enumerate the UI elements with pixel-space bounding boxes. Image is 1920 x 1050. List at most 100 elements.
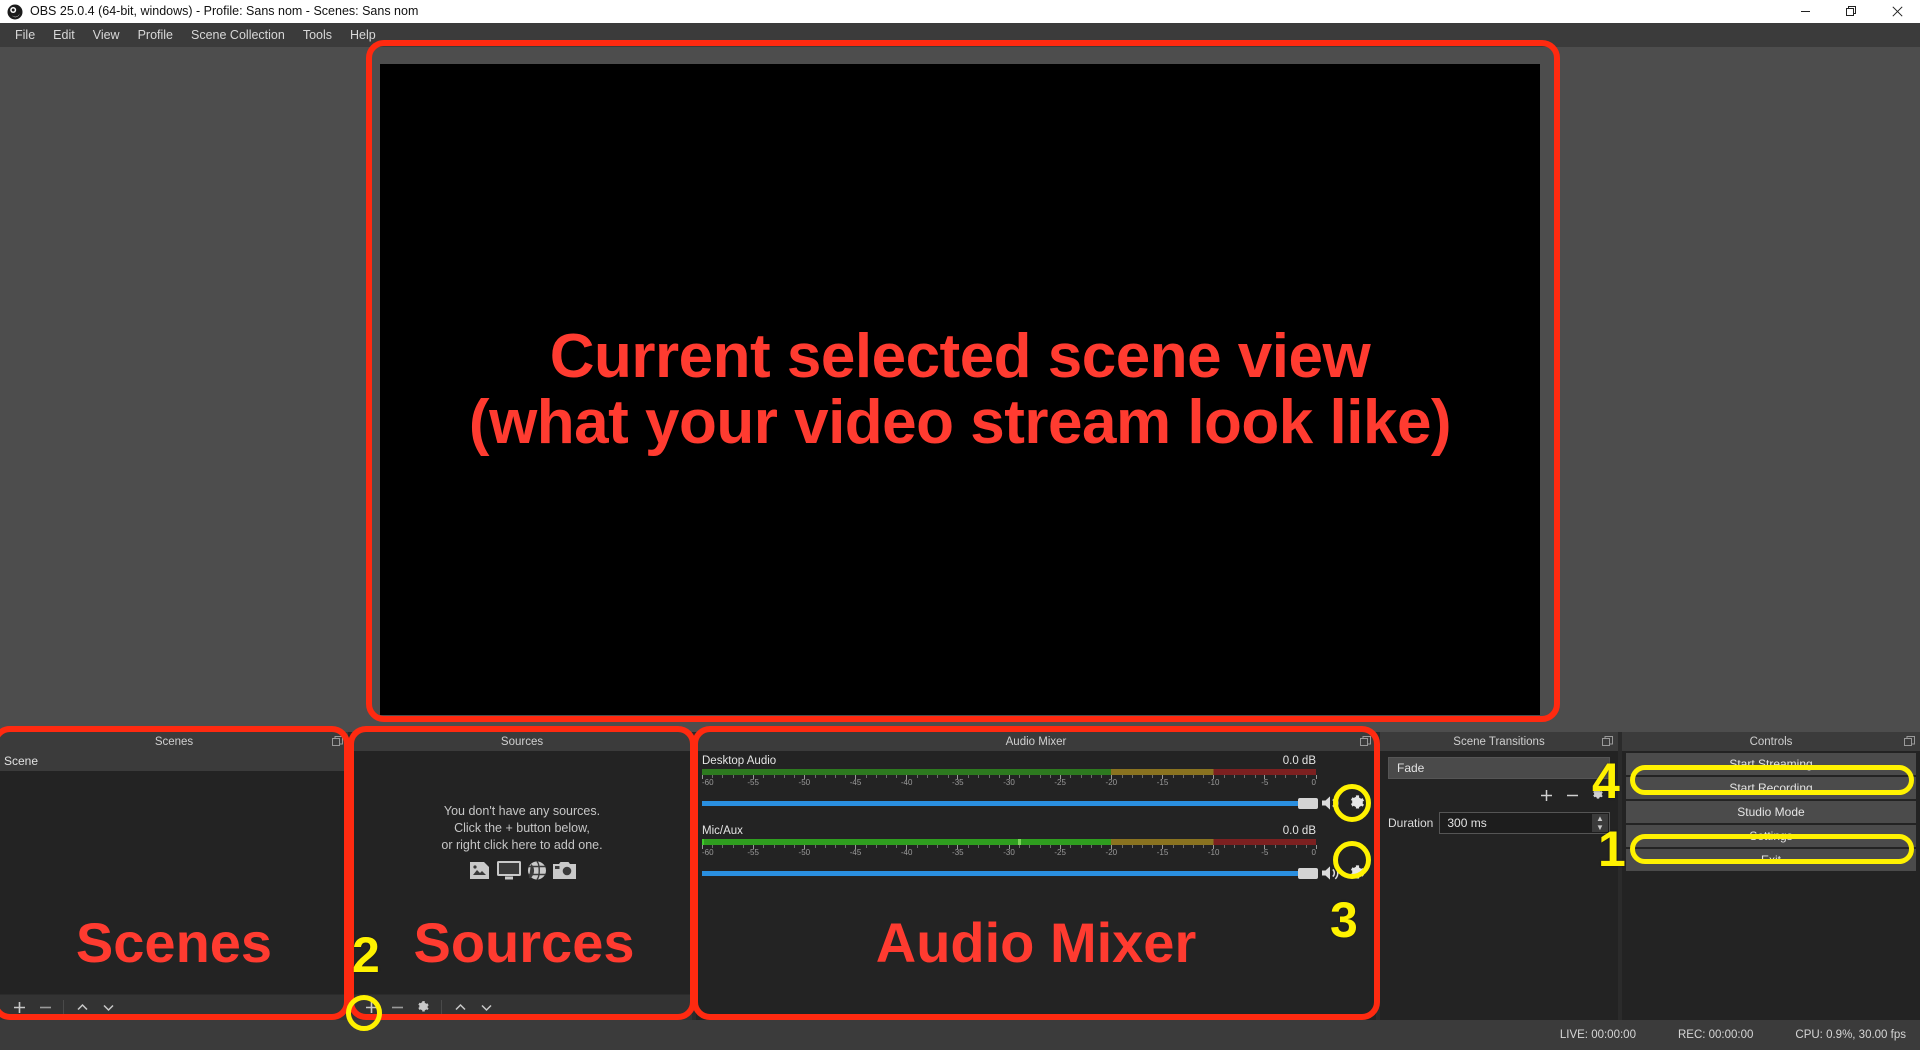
source-properties-gear-icon[interactable] <box>410 996 436 1020</box>
db-scale-minor-tick <box>1275 775 1277 778</box>
exit-button[interactable]: Exit <box>1626 849 1916 871</box>
db-scale-minor-tick <box>978 775 980 778</box>
menu-item-view[interactable]: View <box>84 24 129 46</box>
spinner-up-icon[interactable]: ▲ <box>1592 814 1608 823</box>
db-scale-label: -20 <box>1105 778 1118 787</box>
duration-input[interactable]: 300 ms ▲ ▼ <box>1439 812 1610 834</box>
float-dock-icon[interactable] <box>332 736 343 747</box>
db-scale-minor-tick <box>968 775 970 778</box>
db-scale-minor-tick <box>1090 775 1092 778</box>
db-scale-minor-tick <box>1172 845 1174 848</box>
db-scale-minor-tick <box>1121 775 1123 778</box>
studio-mode-button[interactable]: Studio Mode <box>1626 801 1916 823</box>
remove-scene-button[interactable] <box>32 996 58 1020</box>
add-source-button[interactable] <box>358 996 384 1020</box>
menu-bar: File Edit View Profile Scene Collection … <box>0 23 1920 47</box>
window-controls <box>1782 0 1920 23</box>
db-scale-minor-tick <box>947 845 949 848</box>
float-dock-icon[interactable] <box>1360 736 1371 747</box>
db-scale-label: -30 <box>1003 848 1015 857</box>
db-scale-minor-tick <box>763 775 765 778</box>
db-scale-minor-tick <box>1070 775 1072 778</box>
db-scale-label: -35 <box>952 848 964 857</box>
preview-canvas[interactable] <box>380 64 1540 715</box>
db-scale-minor-tick <box>1275 845 1277 848</box>
mixer-volume-slider[interactable] <box>702 791 1318 815</box>
db-scale-minor-tick <box>845 775 847 778</box>
sources-empty-icons <box>352 861 692 885</box>
mixer-volume-row <box>702 861 1370 885</box>
sources-empty-message: You don't have any sources. Click the + … <box>352 803 692 854</box>
close-button[interactable] <box>1874 0 1920 23</box>
start-streaming-button[interactable]: Start Streaming <box>1626 753 1916 775</box>
db-scale-label: 0 <box>1311 778 1316 787</box>
db-scale-minor-tick <box>835 775 837 778</box>
transition-properties-gear-icon[interactable] <box>1586 784 1610 806</box>
preview-area[interactable]: Current selected scene view (what your v… <box>0 47 1920 732</box>
menu-item-file[interactable]: File <box>6 24 44 46</box>
db-scale-minor-tick <box>1285 845 1287 848</box>
move-source-up-button[interactable] <box>447 996 473 1020</box>
db-scale-label: -30 <box>1003 778 1015 787</box>
maximize-restore-button[interactable] <box>1828 0 1874 23</box>
db-scale-label: -50 <box>798 848 811 857</box>
speaker-on-icon[interactable] <box>1318 861 1344 885</box>
move-scene-up-button[interactable] <box>69 996 95 1020</box>
add-transition-button[interactable] <box>1534 784 1558 806</box>
transition-duration-row: Duration 300 ms ▲ ▼ <box>1388 812 1610 834</box>
sources-toolbar <box>352 994 692 1020</box>
scene-list-item[interactable]: Scene <box>0 751 348 771</box>
db-scale-minor-tick <box>1101 775 1103 778</box>
duration-label: Duration <box>1388 816 1434 830</box>
scenes-dock-title: Scenes <box>0 732 348 751</box>
move-source-down-button[interactable] <box>473 996 499 1020</box>
duration-spinner[interactable]: ▲ ▼ <box>1592 814 1608 832</box>
db-scale-label: -15 <box>1156 848 1169 857</box>
slider-handle[interactable] <box>1298 798 1318 809</box>
remove-transition-button[interactable] <box>1560 784 1584 806</box>
db-scale-minor-tick <box>1152 845 1154 848</box>
start-recording-button[interactable]: Start Recording <box>1626 777 1916 799</box>
add-scene-button[interactable] <box>6 996 32 1020</box>
db-scale-minor-tick <box>1019 775 1021 778</box>
scenes-list[interactable]: Scene <box>0 751 348 994</box>
menu-item-help[interactable]: Help <box>341 24 385 46</box>
speaker-on-icon[interactable] <box>1318 791 1344 815</box>
slider-handle[interactable] <box>1298 868 1318 879</box>
sources-list[interactable]: You don't have any sources. Click the + … <box>352 751 692 994</box>
transition-select-value: Fade <box>1397 761 1425 775</box>
db-scale-minor-tick <box>824 775 826 778</box>
mixer-settings-gear-icon[interactable] <box>1344 861 1370 885</box>
db-scale-minor-tick <box>1305 845 1307 848</box>
menu-item-tools[interactable]: Tools <box>294 24 341 46</box>
mixer-volume-slider[interactable] <box>702 861 1318 885</box>
float-dock-icon[interactable] <box>1602 736 1613 747</box>
toolbar-separator <box>63 999 64 1016</box>
db-scale-label: -5 <box>1261 778 1269 787</box>
settings-button[interactable]: Settings <box>1626 825 1916 847</box>
spinner-down-icon[interactable]: ▼ <box>1592 823 1608 832</box>
mixer-settings-gear-icon[interactable] <box>1344 791 1370 815</box>
db-scale-minor-tick <box>1254 845 1256 848</box>
db-scale-minor-tick <box>742 845 744 848</box>
db-scale-label: -55 <box>747 848 759 857</box>
db-scale-minor-tick <box>916 775 918 778</box>
db-scale-label: -60 <box>702 778 714 787</box>
transition-select[interactable]: Fade <box>1388 757 1610 779</box>
camera-source-icon <box>552 861 576 885</box>
status-bar: LIVE: 00:00:00 REC: 00:00:00 CPU: 0.9%, … <box>0 1020 1920 1050</box>
db-scale-minor-tick <box>1223 845 1225 848</box>
sources-empty-line3: or right click here to add one. <box>441 838 603 852</box>
menu-item-scene-collection[interactable]: Scene Collection <box>182 24 294 46</box>
float-dock-icon[interactable] <box>1904 736 1915 747</box>
move-scene-down-button[interactable] <box>95 996 121 1020</box>
remove-source-button[interactable] <box>384 996 410 1020</box>
db-scale-label: -25 <box>1054 778 1066 787</box>
menu-item-edit[interactable]: Edit <box>44 24 84 46</box>
minimize-button[interactable] <box>1782 0 1828 23</box>
menu-item-profile[interactable]: Profile <box>129 24 182 46</box>
db-scale-minor-tick <box>998 775 1000 778</box>
db-scale-minor-tick <box>773 845 775 848</box>
db-scale-label: -5 <box>1261 848 1269 857</box>
scene-list-item-label: Scene <box>4 754 39 768</box>
